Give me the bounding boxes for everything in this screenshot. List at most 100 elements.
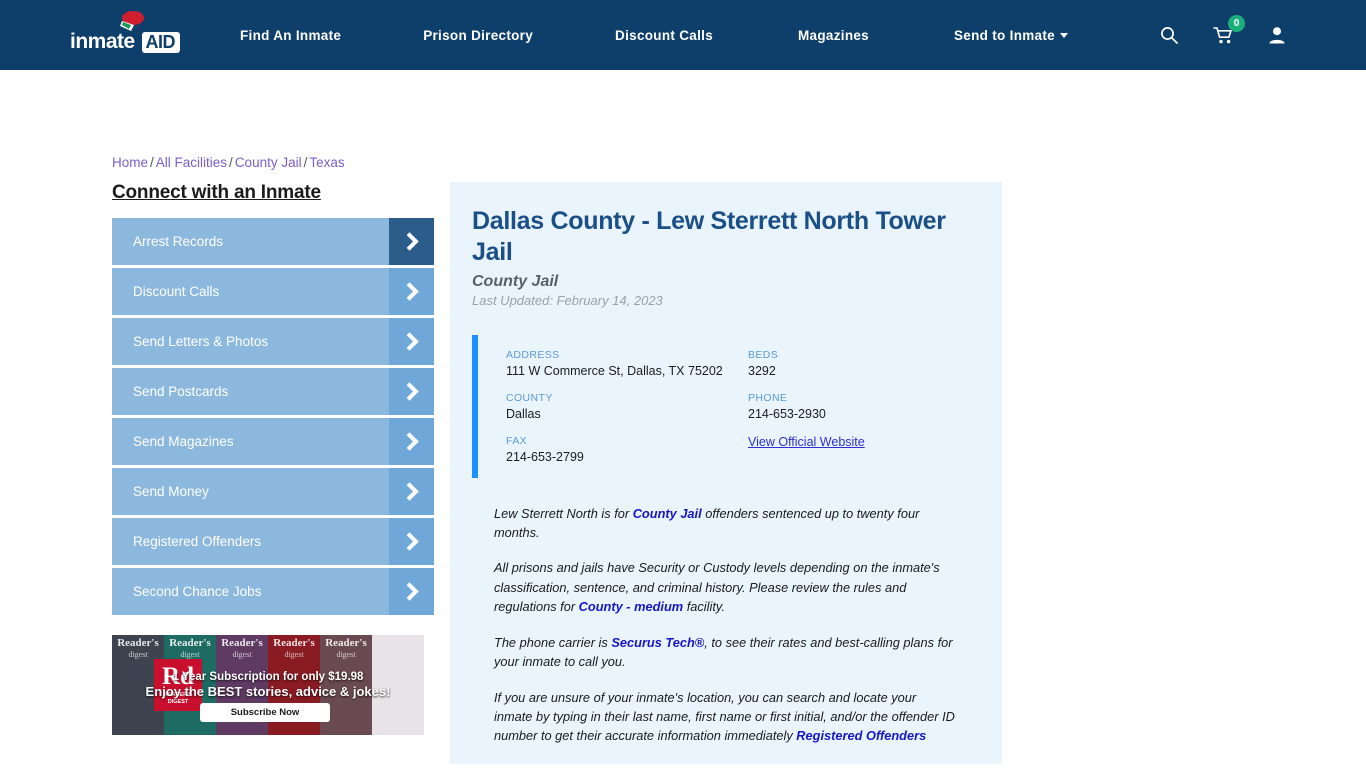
fax-label: FAX <box>506 434 528 447</box>
chevron-right-icon <box>389 218 434 265</box>
ribbon-icon <box>120 11 144 31</box>
chevron-right-icon <box>389 518 434 565</box>
ad-cover-brand-sub: digest <box>336 650 356 659</box>
sidebar-item-label: Send Postcards <box>133 384 229 399</box>
fax-value: 214-653-2799 <box>506 449 584 464</box>
address-value: 111 W Commerce St, Dallas, TX 75202 <box>506 363 723 378</box>
county-label: COUNTY <box>506 391 553 404</box>
p1-text-a: Lew Sterrett North is for <box>494 505 633 521</box>
sidebar-item-label: Registered Offenders <box>133 534 262 549</box>
sidebar-item-send-letters-photos[interactable]: Send Letters & Photos <box>112 318 434 365</box>
main-content: Dallas County - Lew Sterrett North Tower… <box>450 182 1002 768</box>
breadcrumb-item-all-facilities[interactable]: All Facilities <box>156 155 227 170</box>
breadcrumb-separator: / <box>229 155 233 170</box>
info-group-phone: PHONE 214-653-2930 <box>748 392 980 421</box>
info-group-fax: FAX 214-653-2799 <box>506 435 738 464</box>
nav-item-send-to-inmate[interactable]: Send to Inmate <box>954 18 1068 53</box>
ad-subscribe-now-button[interactable]: Subscribe Now <box>200 703 330 722</box>
ad-cover-brand-sub: digest <box>284 650 304 659</box>
ad-cover-brand: Reader's <box>169 637 211 649</box>
sidebar-item-label: Discount Calls <box>133 284 220 299</box>
cart-icon[interactable]: 0 <box>1212 15 1245 46</box>
readers-digest-ad-banner[interactable]: Reader's digest Reader's digest Reader's… <box>112 635 424 735</box>
securus-tech-link[interactable]: Securus Tech® <box>611 635 704 650</box>
beds-label: BEDS <box>748 348 779 361</box>
search-icon[interactable] <box>1158 24 1180 46</box>
user-account-icon-glyph <box>1269 27 1285 44</box>
ad-headline-1: 1 Year Subscription for only $19.98 <box>172 671 364 683</box>
phone-value: 214-653-2930 <box>748 406 826 421</box>
sidebar-item-label: Arrest Records <box>133 234 224 249</box>
website-value: View Official Website <box>748 435 980 449</box>
address-label: ADDRESS <box>506 348 560 361</box>
nav-item-prison-directory[interactable]: Prison Directory <box>423 18 533 53</box>
sidebar-item-send-money[interactable]: Send Money <box>112 468 434 515</box>
chevron-right-glyph <box>400 332 419 351</box>
search-icon-glyph <box>1161 27 1178 44</box>
chevron-right-icon <box>389 418 434 465</box>
sidebar-item-label: Second Chance Jobs <box>133 584 262 599</box>
nav-item-discount-calls[interactable]: Discount Calls <box>615 18 713 53</box>
breadcrumb-item-texas[interactable]: Texas <box>309 155 344 170</box>
registered-offenders-link[interactable]: Registered Offenders <box>796 728 926 743</box>
facility-info-block: ADDRESS 111 W Commerce St, Dallas, TX 75… <box>472 334 980 478</box>
county-jail-link[interactable]: County Jail <box>633 506 702 521</box>
description-paragraph-1: Lew Sterrett North is for County Jail of… <box>494 504 958 543</box>
description-paragraph-2: All prisons and jails have Security or C… <box>494 558 958 616</box>
user-account-icon[interactable] <box>1266 24 1288 46</box>
ad-cover-brand: Reader's <box>117 637 159 649</box>
chevron-right-icon <box>389 318 434 365</box>
sidebar-item-second-chance-jobs[interactable]: Second Chance Jobs <box>112 568 434 615</box>
sidebar-item-registered-offenders[interactable]: Registered Offenders <box>112 518 434 565</box>
sidebar-item-send-magazines[interactable]: Send Magazines <box>112 418 434 465</box>
chevron-right-icon <box>389 568 434 615</box>
description-paragraph-4: If you are unsure of your inmate's locat… <box>494 688 958 746</box>
chevron-right-icon <box>389 268 434 315</box>
breadcrumb-separator: / <box>150 155 154 170</box>
primary-nav-links: Find An Inmate Prison Directory Discount… <box>240 18 1158 53</box>
chevron-right-glyph <box>400 382 419 401</box>
info-group-county: COUNTY Dallas <box>506 392 738 421</box>
breadcrumb-item-county-jail[interactable]: County Jail <box>235 155 302 170</box>
county-medium-link[interactable]: County - medium <box>579 599 684 614</box>
sidebar: Connect with an Inmate Arrest Records Di… <box>112 182 434 618</box>
view-official-website-link[interactable]: View Official Website <box>748 435 865 449</box>
sidebar-item-arrest-records[interactable]: Arrest Records <box>112 218 434 265</box>
ad-cover-brand-sub: digest <box>180 650 200 659</box>
chevron-right-glyph <box>400 232 419 251</box>
nav-item-find-an-inmate[interactable]: Find An Inmate <box>240 18 341 53</box>
chevron-right-glyph <box>400 582 419 601</box>
county-value: Dallas <box>506 406 541 421</box>
info-group-address: ADDRESS 111 W Commerce St, Dallas, TX 75… <box>506 349 738 378</box>
facility-info-right-column: BEDS 3292 PHONE 214-653-2930 View Offici… <box>738 349 980 464</box>
ad-cover-brand: Reader's <box>221 637 263 649</box>
facility-panel: Dallas County - Lew Sterrett North Tower… <box>450 182 1002 764</box>
inmateaid-logo[interactable]: inmate AID <box>70 11 180 55</box>
chevron-right-glyph <box>400 432 419 451</box>
chevron-right-glyph <box>400 532 419 551</box>
last-updated-text: Last Updated: February 14, 2023 <box>472 292 663 308</box>
ad-headline-2: Enjoy the BEST stories, advice & jokes! <box>145 684 391 699</box>
breadcrumb: Home / All Facilities / County Jail / Texas <box>112 155 345 170</box>
header-icon-group: 0 <box>1158 15 1366 46</box>
breadcrumb-item-home[interactable]: Home <box>112 155 148 170</box>
brand-badge-aid: AID <box>141 32 180 53</box>
nav-item-magazines[interactable]: Magazines <box>798 18 869 53</box>
page-title: Dallas County - Lew Sterrett North Tower… <box>472 207 946 267</box>
nav-item-send-to-inmate-label: Send to Inmate <box>954 27 1055 43</box>
facility-type-label: County Jail <box>472 272 559 290</box>
sidebar-title: Connect with an Inmate <box>112 182 321 203</box>
chevron-down-icon <box>1059 32 1068 38</box>
p2-text-b: facility. <box>683 599 725 615</box>
p3-text-a: The phone carrier is <box>494 634 612 650</box>
ad-cover-brand: Reader's <box>273 637 315 649</box>
top-navigation-bar: inmate AID Find An Inmate Prison Directo… <box>0 0 1366 70</box>
chevron-right-glyph <box>400 282 419 301</box>
breadcrumb-separator: / <box>303 155 308 170</box>
sidebar-item-send-postcards[interactable]: Send Postcards <box>112 368 434 415</box>
sidebar-item-label: Send Letters & Photos <box>133 334 269 349</box>
facility-info-left-column: ADDRESS 111 W Commerce St, Dallas, TX 75… <box>506 349 738 464</box>
brand-name-text: inmate <box>70 30 135 53</box>
sidebar-item-discount-calls[interactable]: Discount Calls <box>112 268 434 315</box>
chevron-right-icon <box>389 368 434 415</box>
